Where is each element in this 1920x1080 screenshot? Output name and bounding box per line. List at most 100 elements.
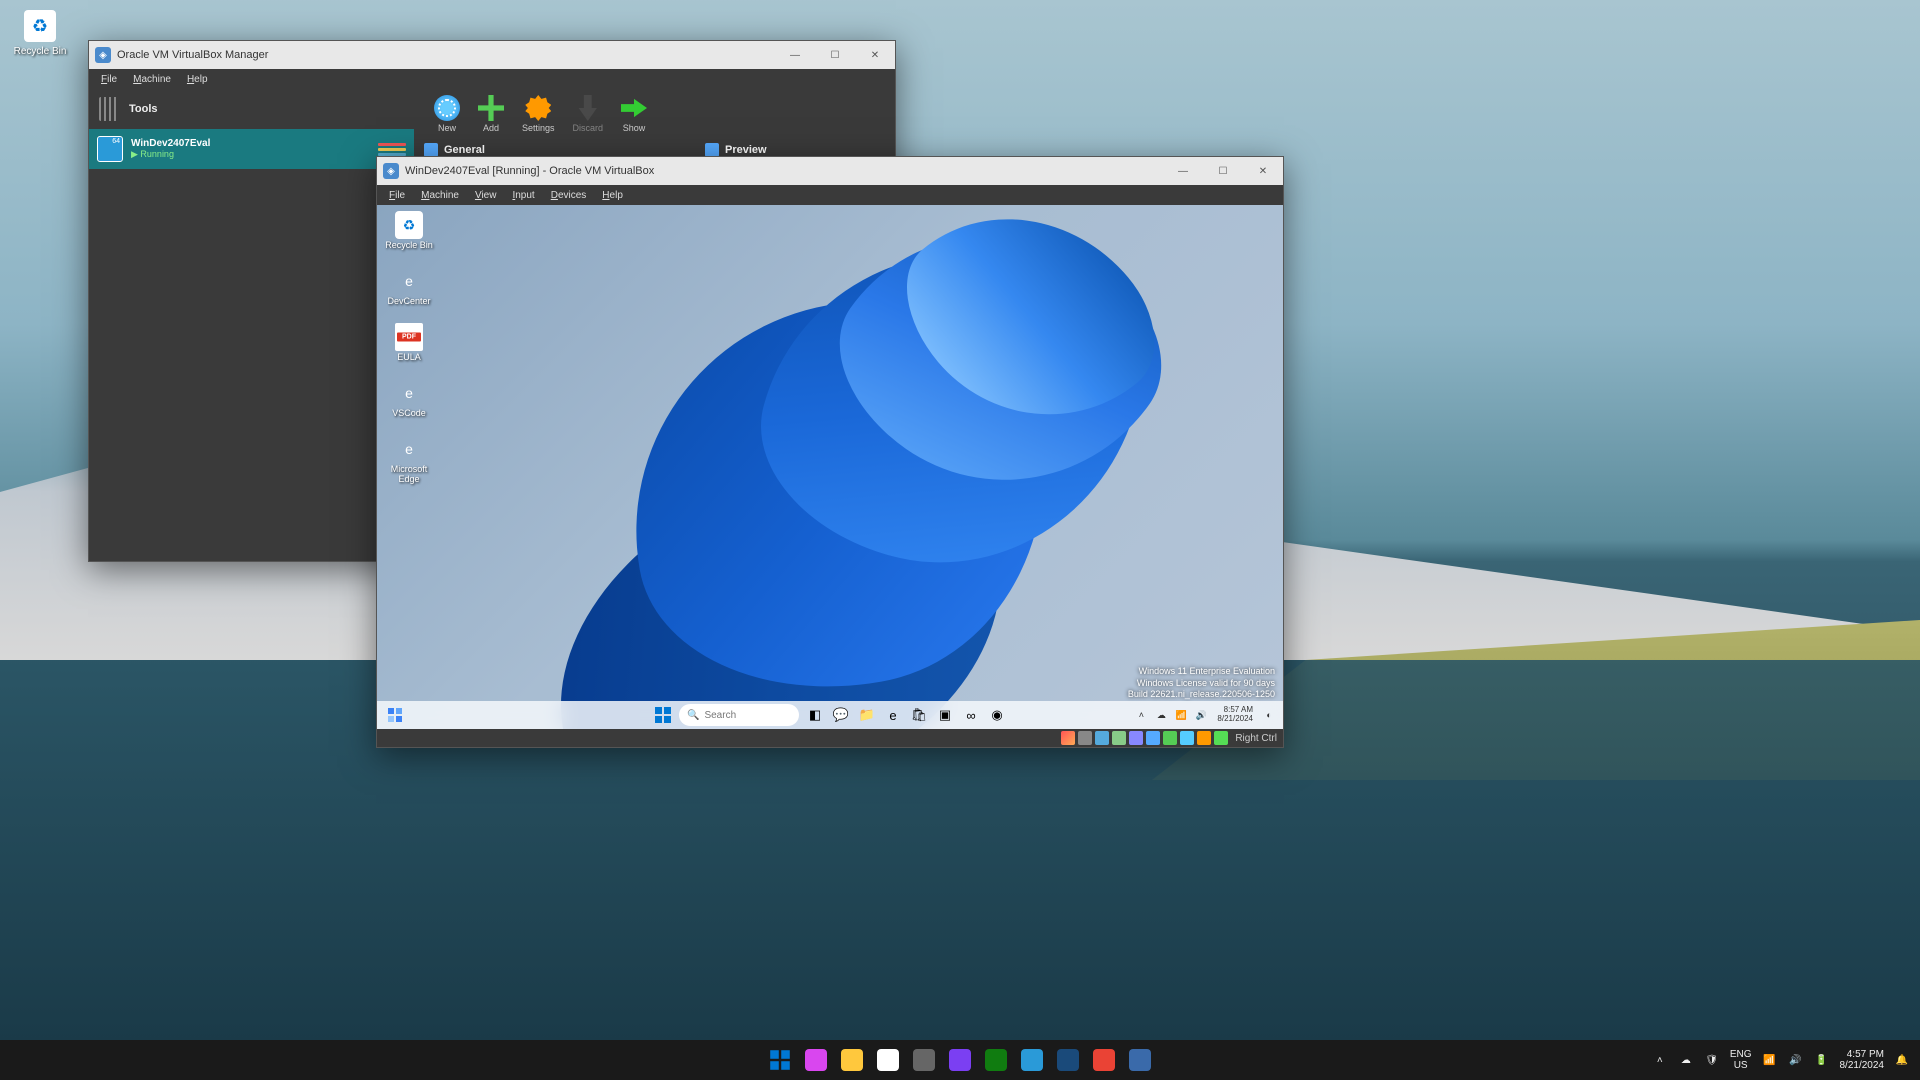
recording-indicator-icon[interactable] — [1180, 731, 1194, 745]
menu-input[interactable]: Input — [504, 188, 542, 203]
vm-titlebar[interactable]: ◈ WinDev2407Eval [Running] - Oracle VM V… — [377, 157, 1283, 185]
vm-status-bar: Right Ctrl — [377, 729, 1283, 747]
menu-devices[interactable]: Devices — [543, 188, 595, 203]
settings-like-icon — [913, 1049, 935, 1071]
guest-icon-vscode[interactable]: eVSCode — [383, 379, 435, 419]
taskbar-file-explorer[interactable] — [837, 1045, 867, 1075]
taskbar-copilot[interactable] — [801, 1045, 831, 1075]
usb-indicator-icon[interactable] — [1129, 731, 1143, 745]
toolbar-new[interactable]: New — [434, 95, 460, 133]
maximize-button[interactable]: ☐ — [815, 41, 855, 69]
vm-window-title: WinDev2407Eval [Running] - Oracle VM Vir… — [405, 165, 1163, 177]
display-indicator-icon[interactable] — [1163, 731, 1177, 745]
volume-icon[interactable]: 🔊 — [1788, 1052, 1804, 1068]
toolbar-settings[interactable]: Settings — [522, 95, 555, 133]
guest-icon-recycle-bin[interactable]: ♻Recycle Bin — [383, 211, 435, 251]
taskbar-virtualbox[interactable] — [1053, 1045, 1083, 1075]
taskbar-todo-like[interactable] — [1017, 1045, 1047, 1075]
taskbar-ubuntu[interactable]: ◉ — [985, 703, 1009, 727]
wifi-icon[interactable]: 📶 — [1173, 707, 1189, 723]
preview-heading[interactable]: Preview — [705, 143, 885, 157]
close-button[interactable]: ✕ — [1243, 157, 1283, 185]
menu-machine[interactable]: Machine — [413, 188, 467, 203]
terminal-like-icon — [1129, 1049, 1151, 1071]
shared-folders-indicator-icon[interactable] — [1146, 731, 1160, 745]
widgets-button[interactable] — [381, 703, 409, 727]
toolbar-show[interactable]: Show — [621, 95, 647, 133]
devcenter-icon: e — [395, 267, 423, 295]
taskbar-settings-like[interactable] — [909, 1045, 939, 1075]
guest-taskbar: 🔍 Search ◧💬📁e🛍▣∞◉ ˄ ☁ 📶 🔊 8:57 AM 8/21/2… — [377, 701, 1283, 729]
tray-chevron-icon[interactable]: ˄ — [1652, 1052, 1668, 1068]
vm-list-item[interactable]: 64 WinDev2407Eval Running — [89, 129, 414, 169]
tools-item[interactable]: Tools — [89, 89, 414, 129]
taskbar-terminal[interactable]: ▣ — [933, 703, 957, 727]
host-key-label[interactable]: Right Ctrl — [1235, 733, 1277, 744]
guest-icon-microsoft-edge[interactable]: eMicrosoft Edge — [383, 435, 435, 485]
general-icon — [424, 143, 438, 157]
wifi-icon[interactable]: 📶 — [1762, 1052, 1778, 1068]
host-recycle-bin[interactable]: ♻ Recycle Bin — [10, 10, 70, 57]
close-button[interactable]: ✕ — [855, 41, 895, 69]
tray-chevron-icon[interactable]: ˄ — [1133, 707, 1149, 723]
microsoft-store-icon — [877, 1049, 899, 1071]
search-box[interactable]: 🔍 Search — [679, 704, 799, 726]
taskbar-terminal-like[interactable] — [1125, 1045, 1155, 1075]
taskbar-start[interactable] — [765, 1045, 795, 1075]
microsoft-edge-icon: e — [395, 435, 423, 463]
file-explorer-icon — [841, 1049, 863, 1071]
copilot-tray-icon[interactable]: ◐ — [1261, 707, 1277, 723]
taskbar-file-explorer[interactable]: 📁 — [855, 703, 879, 727]
audio-indicator-icon[interactable] — [1095, 731, 1109, 745]
guest-desktop[interactable]: ♻Recycle Bin eDevCenter EULA eVSCode eMicros… — [377, 205, 1283, 729]
start-button[interactable] — [651, 703, 675, 727]
recycle-bin-icon: ♻ — [24, 10, 56, 42]
menu-help[interactable]: Help — [179, 72, 216, 87]
language-indicator[interactable]: ENG US — [1730, 1049, 1752, 1072]
menu-file[interactable]: File — [93, 72, 125, 87]
windows-evaluation-watermark: Windows 11 Enterprise Evaluation Windows… — [1128, 666, 1275, 701]
minimize-button[interactable]: — — [775, 41, 815, 69]
battery-icon[interactable]: 🔋 — [1814, 1052, 1830, 1068]
notifications-icon[interactable]: 🔔 — [1894, 1052, 1910, 1068]
volume-icon[interactable]: 🔊 — [1193, 707, 1209, 723]
taskbar-edge[interactable]: e — [881, 703, 905, 727]
vbm-title: Oracle VM VirtualBox Manager — [117, 49, 775, 61]
host-taskbar: ˄ ☁ 🛡 ENG US 📶 🔊 🔋 4:57 PM 8/21/2024 🔔 — [0, 1040, 1920, 1080]
mouse-integration-icon[interactable] — [1214, 731, 1228, 745]
minimize-button[interactable]: — — [1163, 157, 1203, 185]
taskbar-microsoft-store[interactable] — [873, 1045, 903, 1075]
menu-help[interactable]: Help — [594, 188, 631, 203]
taskbar-store[interactable]: 🛍 — [907, 703, 931, 727]
guest-icon-eula[interactable]: EULA — [383, 323, 435, 363]
network-indicator-icon[interactable] — [1112, 731, 1126, 745]
toolbar-add[interactable]: Add — [478, 95, 504, 133]
onedrive-icon[interactable]: ☁ — [1153, 707, 1169, 723]
vbm-toolbar: New Add Settings Discard Show — [424, 89, 885, 135]
maximize-button[interactable]: ☐ — [1203, 157, 1243, 185]
security-icon[interactable]: 🛡 — [1704, 1052, 1720, 1068]
taskbar-chrome[interactable] — [1089, 1045, 1119, 1075]
taskbar-task-view[interactable]: ◧ — [803, 703, 827, 727]
taskbar-chat[interactable]: 💬 — [829, 703, 853, 727]
onedrive-icon[interactable]: ☁ — [1678, 1052, 1694, 1068]
cpu-indicator-icon[interactable] — [1197, 731, 1211, 745]
guest-icon-devcenter[interactable]: eDevCenter — [383, 267, 435, 307]
taskbar-xbox[interactable] — [981, 1045, 1011, 1075]
host-clock[interactable]: 4:57 PM 8/21/2024 — [1840, 1049, 1885, 1072]
menu-file[interactable]: File — [381, 188, 413, 203]
general-heading[interactable]: General — [424, 143, 675, 157]
guest-clock[interactable]: 8:57 AM 8/21/2024 — [1213, 706, 1257, 724]
optical-drive-indicator-icon[interactable] — [1078, 731, 1092, 745]
virtualbox-icon: ◈ — [383, 163, 399, 179]
menu-view[interactable]: View — [467, 188, 505, 203]
hard-disk-indicator-icon[interactable] — [1061, 731, 1075, 745]
recycle-bin-label: Recycle Bin — [10, 46, 70, 57]
taskbar-visual-studio[interactable]: ∞ — [959, 703, 983, 727]
vbm-titlebar[interactable]: ◈ Oracle VM VirtualBox Manager — ☐ ✕ — [89, 41, 895, 69]
taskbar-adobe-like[interactable] — [945, 1045, 975, 1075]
tools-icon — [99, 97, 119, 121]
menu-machine[interactable]: Machine — [125, 72, 179, 87]
copilot-icon — [805, 1049, 827, 1071]
vbm-menubar: File Machine Help — [89, 69, 895, 89]
